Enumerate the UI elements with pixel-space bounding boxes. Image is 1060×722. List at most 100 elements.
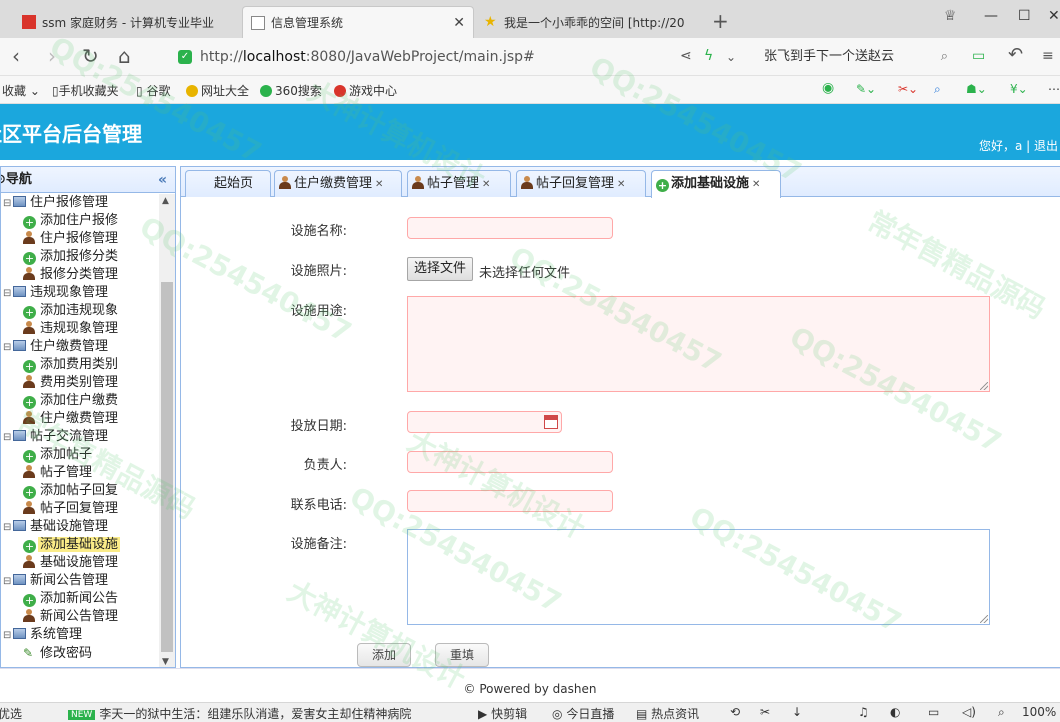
expander-icon[interactable]: ⊟ [3,429,11,447]
translate-icon[interactable]: ✎⌄ [856,82,876,96]
bookmark-item[interactable]: 收藏 ⌄ [2,82,40,99]
undo-icon[interactable]: ↶ [1008,44,1023,65]
sidebar-item[interactable]: 住户报修管理 [1,230,159,248]
sidebar-item[interactable]: + 添加基础设施 [1,536,159,554]
zoom-level[interactable]: 100% [1022,705,1056,719]
minimize-icon[interactable]: — [984,8,998,24]
search-icon[interactable]: ⌕ [941,44,948,70]
sidebar-group[interactable]: ⊟ 系统管理 [1,626,159,644]
notification-icon[interactable]: ♫ [858,705,869,719]
bookmark-item[interactable]: 游戏中心 [334,82,397,99]
resize-grip-icon[interactable] [980,615,988,623]
close-icon[interactable]: ✕ [482,179,490,190]
phone-input[interactable] [407,490,613,512]
sidebar-group[interactable]: ⊟ 违规现象管理 [1,284,159,302]
sidebar-item[interactable]: 帖子回复管理 [1,500,159,518]
expander-icon[interactable]: ⊟ [3,195,11,213]
tab-fee-management[interactable]: 住户缴费管理 ✕ [274,170,402,197]
zoom-icon[interactable]: ⌕ [998,705,1005,720]
scrollbar-thumb[interactable] [161,282,173,652]
browser-tab-active[interactable]: 信息管理系统 ✕ [242,6,474,38]
choose-file-button[interactable]: 选择文件 [407,257,474,281]
browser-tab[interactable]: ssm 家庭财务 - 计算机专业毕业 [14,6,240,38]
expander-icon[interactable]: ⊟ [3,573,11,591]
sidebar-item[interactable]: + 添加帖子 [1,446,159,464]
screenshot-icon[interactable]: ◐ [890,705,900,719]
sidebar-item[interactable]: 基础设施管理 [1,554,159,572]
gamepad-icon[interactable]: ☗⌄ [966,82,987,96]
wechat-icon[interactable]: ◉ [822,80,834,96]
expander-icon[interactable]: ⊟ [3,627,11,645]
coupon-icon[interactable]: ¥⌄ [1010,82,1028,96]
more-icon[interactable]: ⋯ [1048,82,1060,96]
sidebar-group[interactable]: ⊟ 基础设施管理 [1,518,159,536]
sidebar-item[interactable]: + 添加报修分类 [1,248,159,266]
expander-icon[interactable]: ⊟ [3,285,11,303]
collapse-icon[interactable]: « [158,167,167,193]
new-tab-icon[interactable]: + [712,9,729,33]
scissors-icon[interactable]: ✂⌄ [898,82,918,96]
sidebar-item[interactable]: 报修分类管理 [1,266,159,284]
download-icon[interactable]: ↓ [792,705,802,719]
status-item[interactable]: ▶ 快剪辑 [478,705,527,722]
bookmark-item[interactable]: ▯手机收藏夹 [52,82,119,99]
volume-icon[interactable]: ◁) [962,705,976,719]
expander-icon[interactable]: ⊟ [3,519,11,537]
home-icon[interactable]: ⌂ [118,44,131,68]
news-ticker[interactable]: NEW 李天一的狱中生活：组建乐队消遣，爱害女主却住精神病院 [68,705,411,722]
browser-tab[interactable]: ★ 我是一个小乖乖的空间 [http://20 [476,6,706,38]
sidebar-group[interactable]: ⊟ 帖子交流管理 [1,428,159,446]
resize-grip-icon[interactable] [980,382,988,390]
calendar-icon[interactable] [544,415,558,429]
tab-add-facility[interactable]: + 添加基础设施 ✕ [651,170,781,198]
sidebar-group[interactable]: ⊟ 新闻公告管理 [1,572,159,590]
sidebar-item[interactable]: + 添加违规现象 [1,302,159,320]
scroll-down-icon[interactable]: ▼ [162,657,169,667]
bookmark-item[interactable]: 360搜索 [260,82,322,99]
owner-input[interactable] [407,451,613,473]
magnifier-icon[interactable]: ⌕ [934,82,941,97]
battery-icon[interactable]: ▭ [972,48,985,64]
chevron-down-icon[interactable]: ⌄ [726,50,736,64]
bookmark-item[interactable]: 网址大全 [186,82,249,99]
tab-reply-management[interactable]: 帖子回复管理 ✕ [516,170,646,197]
scroll-up-icon[interactable]: ▲ [162,196,169,206]
speed-icon[interactable]: ⟲ [730,705,740,719]
sidebar-item[interactable]: 住户缴费管理 [1,410,159,428]
sidebar-group[interactable]: ⊟ 住户报修管理 [1,194,159,212]
reset-button[interactable]: 重填 [435,643,489,667]
sidebar-item[interactable]: + 添加费用类别 [1,356,159,374]
sidebar-item[interactable]: 帖子管理 [1,464,159,482]
status-left-text[interactable]: 优选 [0,705,22,722]
close-icon[interactable]: ✕ [617,179,625,190]
close-tab-icon[interactable]: ✕ [453,15,465,31]
tools-icon[interactable]: ✂ [760,705,770,719]
refresh-icon[interactable]: ↻ [82,44,99,68]
add-button[interactable]: 添加 [357,643,411,667]
back-icon[interactable]: ‹ [12,44,20,68]
lightning-icon[interactable]: ϟ [704,48,713,64]
tab-home[interactable]: 起始页 [185,170,271,197]
status-item[interactable]: ▤ 热点资讯 [636,705,699,722]
memo-textarea[interactable] [407,529,990,625]
deploy-date-input[interactable] [407,411,562,433]
skin-icon[interactable]: ♕ [944,8,957,24]
sidebar-item[interactable]: 费用类别管理 [1,374,159,392]
status-item[interactable]: ◎ 今日直播 [552,705,614,722]
sidebar-group[interactable]: ⊟ 住户缴费管理 [1,338,159,356]
user-info[interactable]: 您好，a | 退出 [979,137,1058,154]
sidebar-item[interactable]: 违规现象管理 [1,320,159,338]
share-icon[interactable]: ⋖ [680,48,692,64]
url-field[interactable]: ✓ http://localhost:8080/JavaWebProject/m… [170,44,755,70]
sidebar-scrollbar[interactable]: ▲ ▼ [159,194,175,667]
bookmark-item[interactable]: ▯ 谷歌 [136,82,170,99]
close-window-icon[interactable]: ✕ [1048,8,1060,24]
sidebar-item[interactable]: + 添加帖子回复 [1,482,159,500]
maximize-icon[interactable]: ☐ [1018,8,1031,24]
sidebar-item[interactable]: + 添加住户报修 [1,212,159,230]
expander-icon[interactable]: ⊟ [3,339,11,357]
forward-icon[interactable]: › [48,44,56,68]
tab-post-management[interactable]: 帖子管理 ✕ [407,170,511,197]
search-input[interactable]: 张飞到手下一个送赵云 ⌕ [758,44,954,70]
sidebar-item[interactable]: 新闻公告管理 [1,608,159,626]
